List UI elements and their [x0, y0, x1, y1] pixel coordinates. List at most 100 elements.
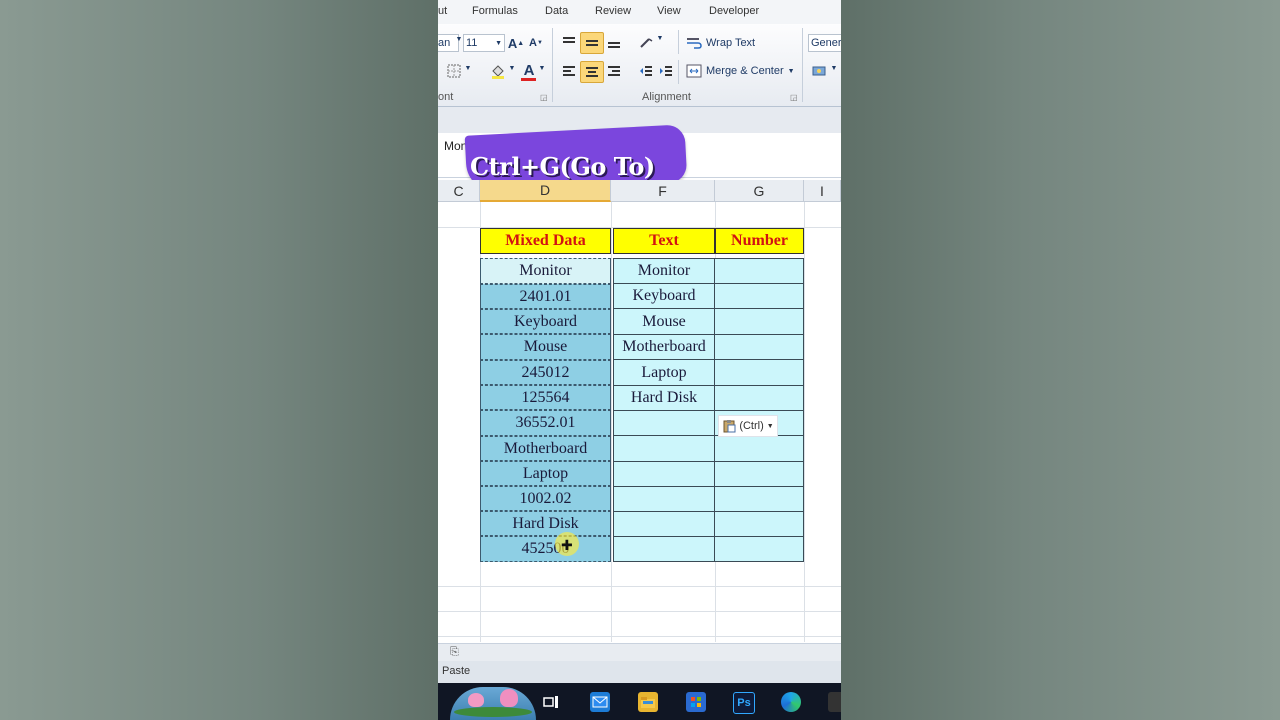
align-left-icon[interactable] [558, 61, 580, 81]
header-mixed-data[interactable]: Mixed Data [480, 228, 611, 254]
chevron-down-icon[interactable]: ▼ [830, 65, 838, 72]
align-center-icon[interactable] [580, 61, 604, 83]
group-divider [552, 28, 553, 102]
mixed-data-cell[interactable]: 1002.02 [480, 486, 611, 511]
mixed-data-cell[interactable]: Laptop [480, 461, 611, 486]
mixed-data-cell[interactable]: 245012 [480, 360, 611, 385]
tab-review[interactable]: Review [595, 5, 631, 17]
text-cell[interactable]: Mouse [613, 308, 715, 335]
increase-indent-icon[interactable] [656, 61, 676, 81]
font-size-dropdown[interactable]: 11 ▼ [463, 34, 505, 52]
column-header-g[interactable]: G [715, 180, 804, 202]
insert-sheet-icon[interactable]: ⎘ [450, 646, 459, 659]
chevron-down-icon[interactable]: ▼ [464, 65, 472, 72]
number-cell[interactable] [714, 435, 804, 462]
microsoft-store-icon[interactable] [686, 692, 706, 712]
text-cell[interactable] [613, 461, 715, 487]
indent-icon [660, 66, 672, 76]
wrap-text-button[interactable]: Wrap Text [686, 34, 755, 52]
file-explorer-icon[interactable] [638, 692, 658, 712]
gridline [611, 202, 612, 642]
gridline [804, 202, 805, 642]
taskbar-app-icon[interactable] [828, 692, 841, 712]
text-cell[interactable]: Laptop [613, 359, 715, 386]
text-cell[interactable] [613, 410, 715, 436]
tab-developer[interactable]: Developer [709, 5, 759, 17]
text-cell[interactable] [613, 511, 715, 537]
dialog-launcher-icon[interactable]: ◲ [790, 93, 798, 102]
gridline [438, 611, 841, 612]
mixed-data-cell[interactable]: Mouse [480, 334, 611, 360]
number-cell[interactable] [714, 511, 804, 537]
edge-browser-icon[interactable] [781, 692, 801, 712]
mail-icon[interactable] [590, 692, 610, 712]
number-cell[interactable] [714, 461, 804, 487]
lines-icon [586, 40, 598, 46]
merge-center-button[interactable]: Merge & Center ▼ [686, 62, 795, 80]
decrease-indent-icon[interactable] [636, 61, 656, 81]
mixed-data-cell[interactable]: Monitor [480, 258, 611, 284]
font-color-icon[interactable]: A [520, 60, 538, 80]
header-text[interactable]: Text [613, 228, 715, 254]
tab-view[interactable]: View [657, 5, 681, 17]
header-number[interactable]: Number [715, 228, 804, 254]
number-format-dropdown[interactable]: Gener [808, 34, 841, 52]
chevron-down-icon: ▼ [787, 67, 795, 75]
number-cell[interactable] [714, 359, 804, 386]
angled-text-icon [640, 38, 653, 48]
number-cell[interactable] [714, 385, 804, 411]
gridline [438, 586, 841, 587]
group-divider [802, 28, 803, 102]
number-cell[interactable] [714, 334, 804, 360]
text-cell[interactable] [613, 435, 715, 462]
align-top-icon[interactable] [558, 32, 580, 52]
chevron-down-icon[interactable]: ▼ [538, 65, 546, 72]
paste-options-button[interactable]: (Ctrl) ▼ [718, 415, 778, 437]
column-header-d[interactable]: D [480, 180, 611, 202]
shrink-font-icon[interactable]: A ▼ [528, 34, 544, 52]
text-cell[interactable]: Keyboard [613, 283, 715, 309]
mixed-data-cell[interactable]: Keyboard [480, 309, 611, 334]
chevron-down-icon[interactable]: ▼ [455, 36, 463, 43]
number-cell[interactable] [714, 308, 804, 335]
mixed-data-cell[interactable]: 452500 [480, 536, 611, 562]
column-header-i[interactable]: I [804, 180, 841, 202]
small-divider [678, 30, 679, 54]
align-bottom-icon[interactable] [603, 32, 625, 52]
number-cell[interactable] [714, 536, 804, 562]
column-header-f[interactable]: F [611, 180, 715, 202]
lines-icon [563, 66, 575, 76]
paste-options-label: (Ctrl) [739, 420, 764, 432]
align-middle-icon[interactable] [580, 32, 604, 54]
tab-formulas[interactable]: Formulas [472, 5, 518, 17]
mixed-data-cell[interactable]: Motherboard [480, 436, 611, 461]
orientation-icon[interactable] [636, 32, 658, 52]
text-cell[interactable] [613, 536, 715, 562]
text-cell[interactable] [613, 486, 715, 512]
number-cell[interactable] [714, 486, 804, 512]
column-header-c[interactable]: C [438, 180, 480, 202]
accounting-format-icon[interactable] [810, 61, 830, 81]
gridline [438, 636, 841, 637]
borders-icon[interactable] [444, 62, 464, 80]
number-cell[interactable] [714, 258, 804, 284]
mixed-data-cell[interactable]: 125564 [480, 385, 611, 410]
tab-layout-partial[interactable]: ut [438, 5, 447, 17]
dialog-launcher-icon[interactable]: ◲ [540, 93, 548, 102]
text-cell[interactable]: Hard Disk [613, 385, 715, 411]
fill-color-icon[interactable] [488, 62, 508, 80]
photoshop-icon[interactable]: Ps [733, 692, 755, 714]
mixed-data-cell[interactable]: Hard Disk [480, 511, 611, 536]
tab-data[interactable]: Data [545, 5, 568, 17]
number-format-value: Gener [811, 37, 841, 49]
text-cell[interactable]: Monitor [613, 258, 715, 284]
chevron-down-icon[interactable]: ▼ [656, 35, 664, 42]
task-view-icon[interactable] [541, 692, 561, 712]
grow-font-icon[interactable]: A ▲ [507, 34, 525, 52]
align-right-icon[interactable] [603, 61, 625, 81]
text-cell[interactable]: Motherboard [613, 334, 715, 360]
mixed-data-cell[interactable]: 36552.01 [480, 410, 611, 436]
number-cell[interactable] [714, 283, 804, 309]
mixed-data-cell[interactable]: 2401.01 [480, 284, 611, 309]
chevron-down-icon[interactable]: ▼ [508, 65, 516, 72]
